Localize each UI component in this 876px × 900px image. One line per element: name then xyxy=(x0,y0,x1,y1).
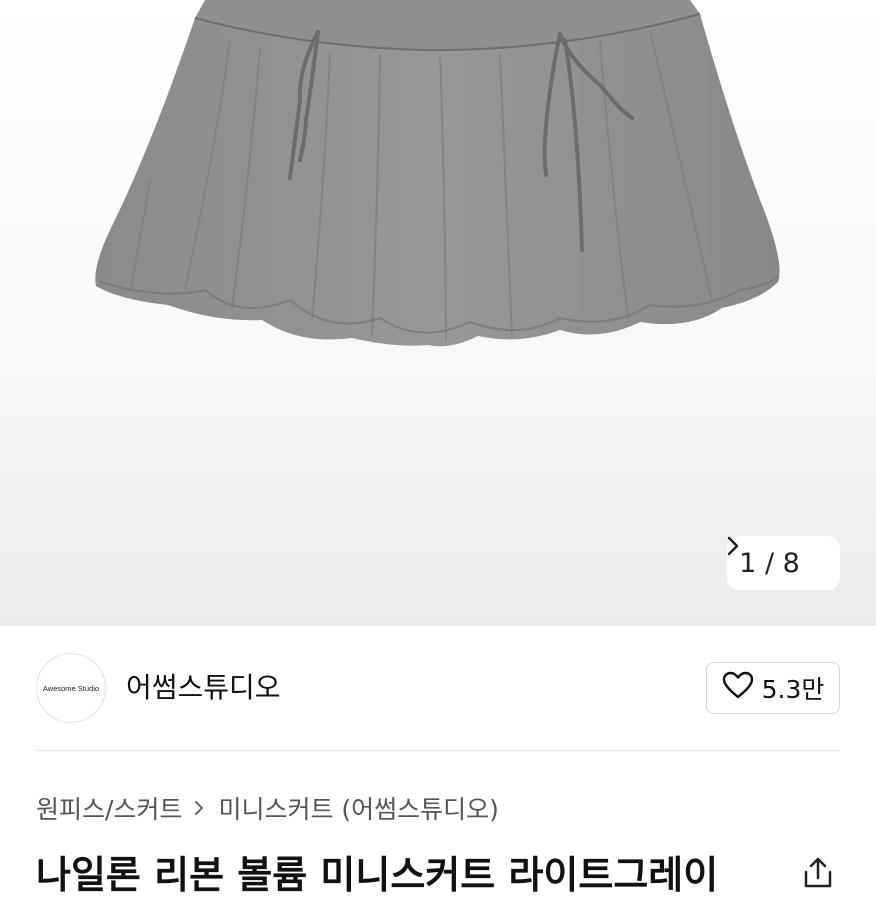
brand-name-link[interactable]: 어썸스튜디오 xyxy=(126,653,281,723)
image-pager[interactable]: 1 / 8 xyxy=(727,536,840,590)
divider xyxy=(36,750,840,751)
breadcrumb: 원피스/스커트 미니스커트 (어썸스튜디오) xyxy=(36,786,499,830)
pager-text: 1 / 8 xyxy=(739,548,800,579)
product-image-area[interactable]: 1 / 8 xyxy=(0,0,876,626)
brand-logo[interactable]: Awesome Studio xyxy=(36,653,106,723)
chevron-right-icon[interactable] xyxy=(727,536,828,575)
pager-separator: / xyxy=(764,547,775,579)
pager-total: 8 xyxy=(782,547,800,579)
share-icon[interactable] xyxy=(797,852,839,894)
breadcrumb-category[interactable]: 원피스/스커트 xyxy=(36,790,182,826)
chevron-right-icon xyxy=(194,798,206,818)
skirt-image xyxy=(95,0,780,347)
breadcrumb-subcategory[interactable]: 미니스커트 (어썸스튜디오) xyxy=(218,790,498,826)
heart-outline-icon xyxy=(722,671,754,705)
product-title: 나일론 리본 볼륨 미니스커트 라이트그레이 xyxy=(36,853,719,897)
brand-row: Awesome Studio 어썸스튜디오 5.3만 xyxy=(36,653,840,723)
brand-logo-text: Awesome Studio xyxy=(42,683,100,693)
like-button[interactable]: 5.3만 xyxy=(706,662,840,714)
pager-current: 1 xyxy=(739,547,757,579)
like-count: 5.3만 xyxy=(761,675,825,704)
